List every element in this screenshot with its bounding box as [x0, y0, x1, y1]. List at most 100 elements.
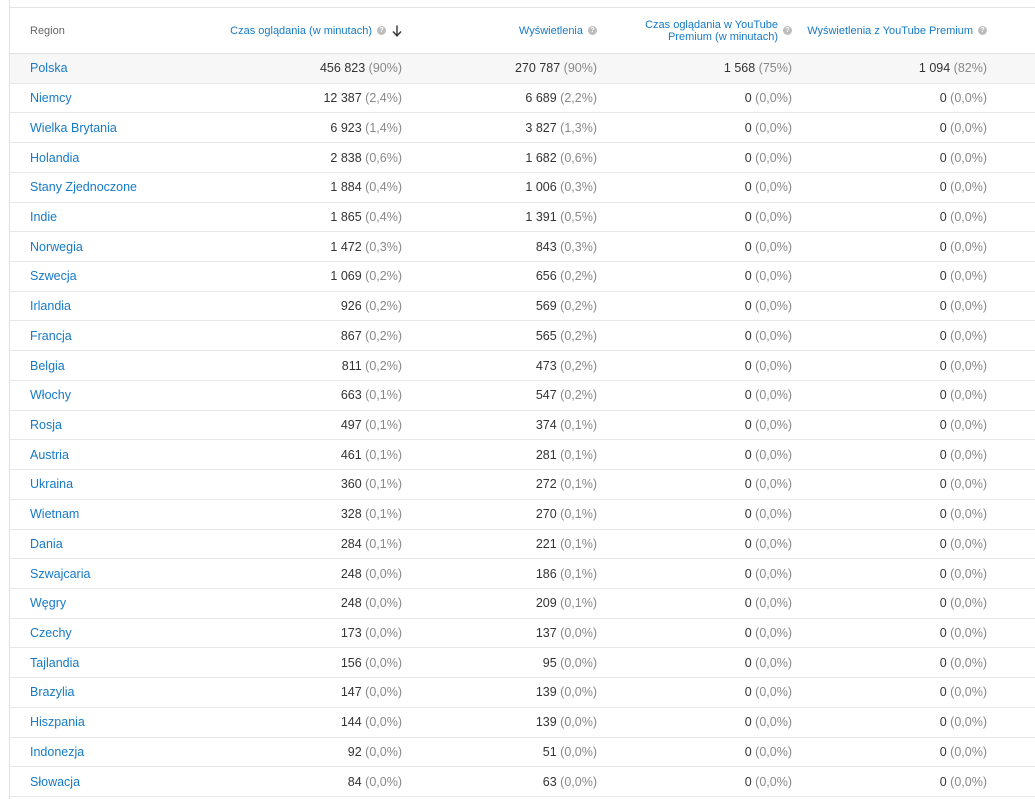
help-icon[interactable]: ?: [588, 26, 597, 35]
watch-time-column-header[interactable]: Czas oglądania (w minutach) ?: [215, 8, 410, 54]
region-link[interactable]: Czechy: [30, 626, 72, 640]
region-link[interactable]: Irlandia: [30, 299, 71, 313]
row-spacer: [995, 499, 1035, 530]
premium-views-percent: (0,0%): [950, 715, 987, 730]
premium-watch-time-cell: 0 (0,0%): [605, 529, 800, 560]
help-icon[interactable]: ?: [377, 26, 386, 35]
premium-views-percent: (0,0%): [950, 388, 987, 403]
region-link[interactable]: Norwegia: [30, 240, 83, 254]
watch-time-value: 663: [340, 388, 362, 403]
watch-time-percent: (0,4%): [365, 209, 402, 224]
region-link[interactable]: Austria: [30, 448, 69, 462]
premium-views-percent: (0,0%): [950, 566, 987, 581]
watch-time-percent: (2,4%): [365, 91, 402, 106]
premium-watch-time-percent: (0,0%): [755, 417, 792, 432]
premium-views-cell: 0 (0,0%): [800, 737, 995, 768]
views-percent: (0,0%): [560, 655, 597, 670]
region-link[interactable]: Węgry: [30, 596, 66, 610]
region-link[interactable]: Polska: [30, 61, 68, 75]
premium-views-percent: (0,0%): [950, 655, 987, 670]
watch-time-cell: 360 (0,1%): [215, 469, 410, 500]
geography-table: Region Czas oglądania (w minutach) ? Wyś…: [10, 8, 1035, 797]
premium-watch-time-cell: 0 (0,0%): [605, 558, 800, 589]
premium-watch-time-column-header[interactable]: Czas oglądania w YouTube Premium (w minu…: [605, 8, 800, 54]
region-link[interactable]: Niemcy: [30, 91, 72, 105]
premium-views-percent: (82%): [953, 61, 987, 76]
premium-watch-time-cell: 0 (0,0%): [605, 261, 800, 292]
premium-watch-time-value: 0: [744, 209, 752, 224]
watch-time-cell: 92 (0,0%): [215, 737, 410, 768]
views-cell: 139 (0,0%): [410, 677, 605, 708]
row-spacer: [995, 142, 1035, 173]
premium-views-value: 0: [939, 715, 947, 730]
table-row: Stany Zjednoczone 1 884 (0,4%) 1 006 (0,3%…: [10, 172, 1035, 203]
premium-watch-time-value: 0: [744, 655, 752, 670]
premium-watch-time-percent: (0,0%): [755, 477, 792, 492]
region-link[interactable]: Wietnam: [30, 507, 79, 521]
watch-time-percent: (0,0%): [365, 626, 402, 641]
region-link[interactable]: Rosja: [30, 418, 62, 432]
premium-views-percent: (0,0%): [950, 626, 987, 641]
help-icon[interactable]: ?: [978, 26, 987, 35]
premium-views-value: 0: [939, 685, 947, 700]
premium-views-column-header[interactable]: Wyświetlenia z YouTube Premium ?: [800, 8, 995, 54]
help-icon[interactable]: ?: [783, 26, 792, 35]
region-link[interactable]: Indie: [30, 210, 57, 224]
premium-views-percent: (0,0%): [950, 209, 987, 224]
region-link[interactable]: Dania: [30, 537, 63, 551]
watch-time-cell: 6 923 (1,4%): [215, 112, 410, 144]
premium-views-cell: 0 (0,0%): [800, 647, 995, 679]
region-cell: Brazylia: [10, 677, 215, 708]
watch-time-cell: 147 (0,0%): [215, 677, 410, 708]
watch-time-value: 1 069: [330, 269, 362, 284]
premium-views-value: 0: [939, 774, 947, 789]
watch-time-percent: (90%): [368, 61, 402, 76]
region-link[interactable]: Francja: [30, 329, 72, 343]
region-link[interactable]: Indonezja: [30, 745, 84, 759]
premium-views-percent: (0,0%): [950, 91, 987, 106]
region-cell: Stany Zjednoczone: [10, 172, 215, 203]
premium-views-cell: 0 (0,0%): [800, 380, 995, 411]
watch-time-percent: (0,1%): [365, 388, 402, 403]
views-cell: 656 (0,2%): [410, 261, 605, 292]
premium-watch-time-value: 0: [744, 328, 752, 343]
premium-watch-time-value: 0: [744, 417, 752, 432]
region-link[interactable]: Holandia: [30, 151, 79, 165]
views-percent: (90%): [563, 61, 597, 76]
premium-views-value: 0: [939, 417, 947, 432]
region-link[interactable]: Wielka Brytania: [30, 121, 117, 135]
region-link[interactable]: Belgia: [30, 359, 65, 373]
views-value: 186: [535, 566, 557, 581]
region-link[interactable]: Hiszpania: [30, 715, 85, 729]
premium-views-cell: 0 (0,0%): [800, 320, 995, 352]
table-row: Austria 461 (0,1%) 281 (0,1%) 0 (0,0%) 0 (0,…: [10, 439, 1035, 471]
premium-watch-time-value: 0: [744, 507, 752, 522]
premium-views-cell: 0 (0,0%): [800, 677, 995, 708]
region-link[interactable]: Szwajcaria: [30, 567, 90, 581]
region-link[interactable]: Ukraina: [30, 477, 73, 491]
views-value: 209: [535, 596, 557, 611]
region-column-header[interactable]: Region: [10, 8, 215, 54]
premium-watch-time-percent: (0,0%): [755, 566, 792, 581]
watch-time-percent: (0,2%): [365, 328, 402, 343]
region-link[interactable]: Szwecja: [30, 269, 77, 283]
watch-time-percent: (0,0%): [365, 715, 402, 730]
region-link[interactable]: Słowacja: [30, 775, 80, 789]
premium-watch-time-percent: (0,0%): [755, 269, 792, 284]
premium-views-percent: (0,0%): [950, 299, 987, 314]
premium-watch-time-value: 0: [744, 744, 752, 759]
region-link[interactable]: Stany Zjednoczone: [30, 180, 137, 194]
region-link[interactable]: Brazylia: [30, 685, 74, 699]
views-column-header[interactable]: Wyświetlenia ?: [410, 8, 605, 54]
table-row: Niemcy 12 387 (2,4%) 6 689 (2,2%) 0 (0,0%) 0…: [10, 83, 1035, 114]
views-cell: 209 (0,1%): [410, 588, 605, 619]
region-link[interactable]: Włochy: [30, 388, 71, 402]
premium-views-cell: 0 (0,0%): [800, 202, 995, 233]
premium-watch-time-cell: 0 (0,0%): [605, 83, 800, 114]
views-cell: 1 682 (0,6%): [410, 142, 605, 173]
watch-time-value: 84: [347, 774, 362, 789]
row-spacer: [995, 380, 1035, 411]
arrow-down-icon[interactable]: [392, 25, 402, 37]
views-cell: 270 (0,1%): [410, 499, 605, 530]
region-link[interactable]: Tajlandia: [30, 656, 79, 670]
